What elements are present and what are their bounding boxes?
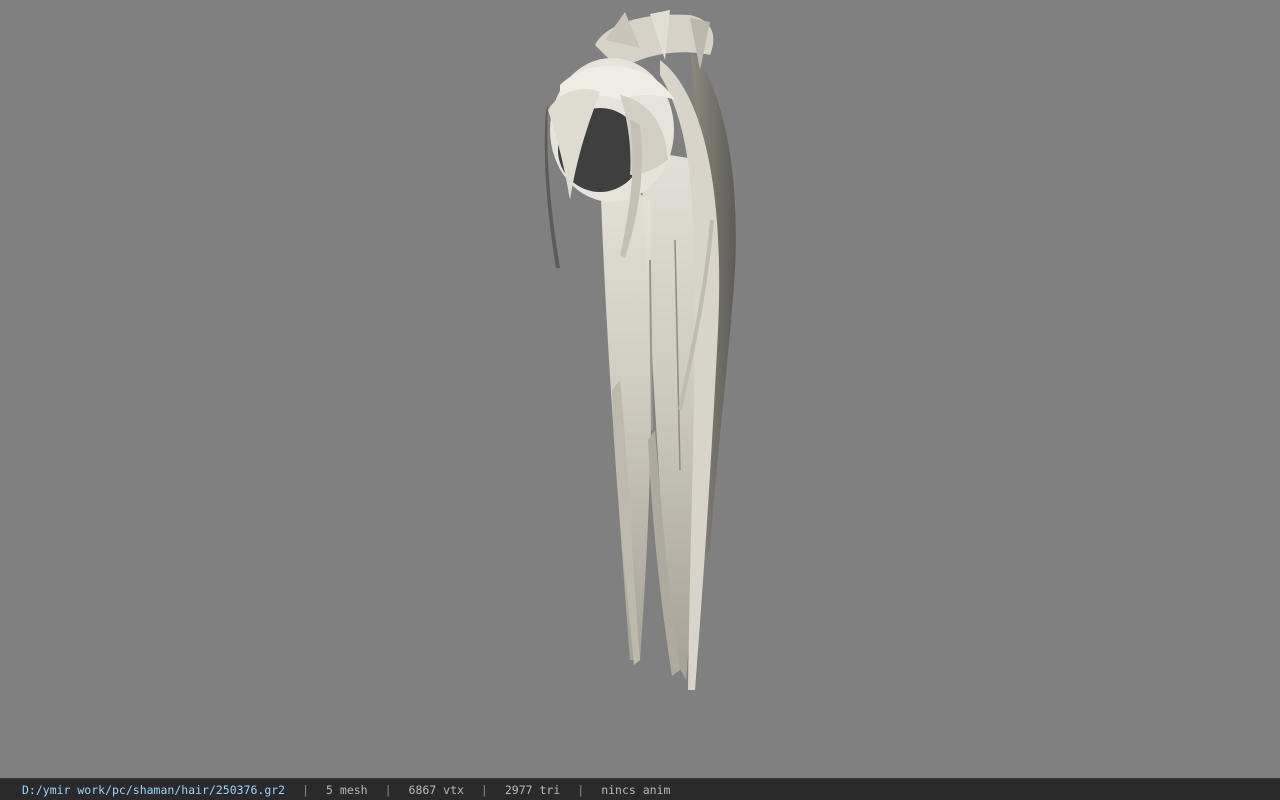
triangle-count-label: 2977 tri <box>504 782 561 797</box>
hair-model <box>544 10 736 690</box>
vertex-count-label: 6867 vtx <box>408 782 464 797</box>
3d-viewport[interactable] <box>0 0 1280 778</box>
separator: | <box>384 782 392 797</box>
animation-status-label: nincs anim <box>601 782 671 797</box>
separator: | <box>480 782 488 797</box>
file-path-label: D:/ymir work/pc/shaman/hair/250376.gr2 <box>22 782 286 797</box>
status-bar: D:/ymir work/pc/shaman/hair/250376.gr2 |… <box>0 778 1280 800</box>
mesh-count-label: 5 mesh <box>326 782 368 797</box>
separator: | <box>302 782 310 797</box>
separator: | <box>577 782 585 797</box>
